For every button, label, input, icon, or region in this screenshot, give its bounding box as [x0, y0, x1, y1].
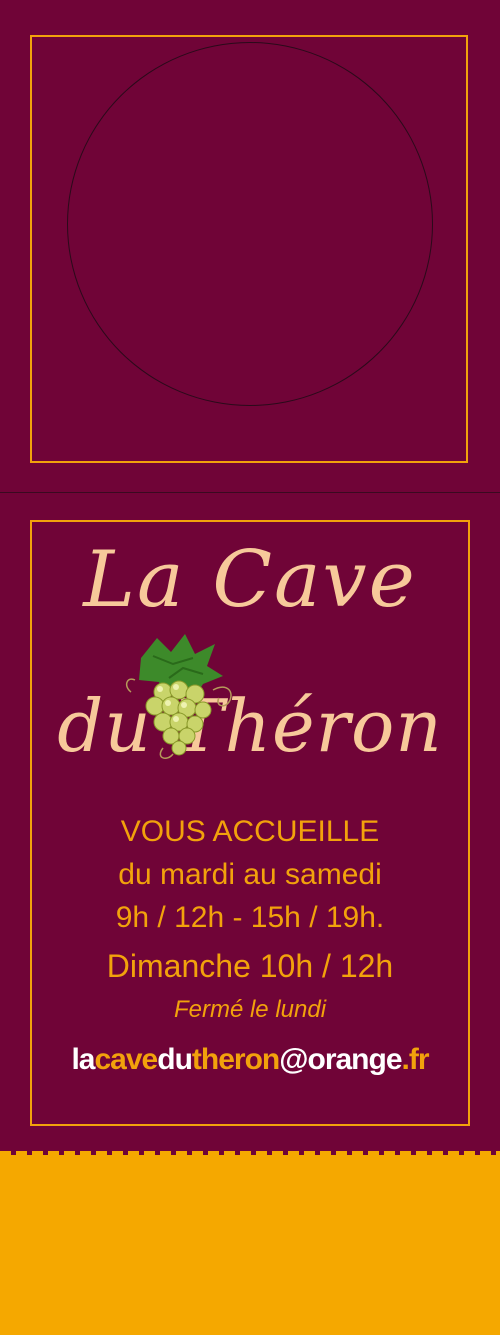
- fold-line: [0, 492, 500, 493]
- bottom-band: [0, 1155, 500, 1335]
- closed-day-text: Fermé le lundi: [173, 996, 327, 1023]
- logo-line-1: La Cave: [83, 535, 417, 625]
- email-address: lacavedutheron@orange.fr: [71, 1043, 429, 1076]
- welcome-text: VOUS ACCUEILLE: [120, 815, 380, 848]
- logo-line-2: du Théron: [57, 684, 443, 768]
- sunday-hours-text: Dimanche 10h / 12h: [106, 948, 394, 984]
- hanger-hole-outline: [67, 42, 433, 406]
- open-days-text: du mardi au samedi: [118, 858, 382, 891]
- open-hours-text: 9h / 12h - 15h / 19h.: [115, 901, 385, 934]
- grape-vine-icon: [125, 634, 232, 759]
